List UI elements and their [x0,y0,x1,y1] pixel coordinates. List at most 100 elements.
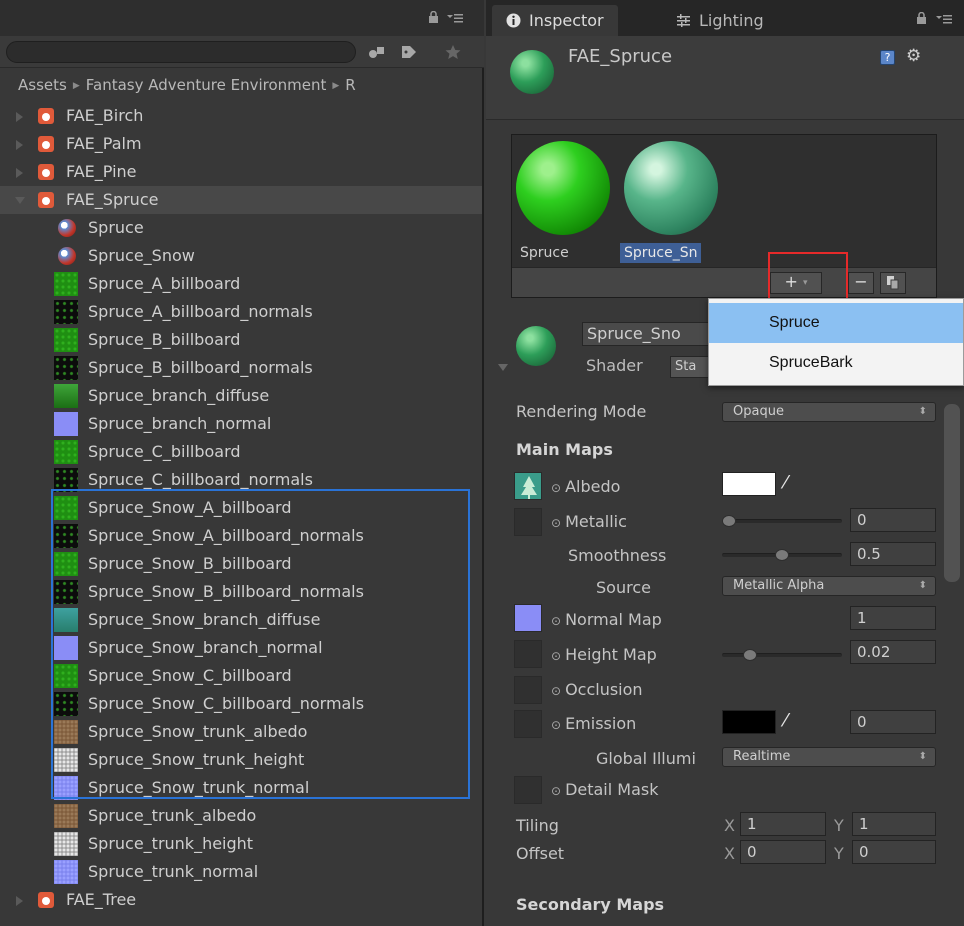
object-picker-icon[interactable]: ⊙ [551,649,561,663]
tree-asset-row[interactable]: Spruce_Snow_A_billboard_normals [0,522,482,550]
breadcrumb-item[interactable]: Assets [18,76,67,94]
panel-menu-icon[interactable] [936,13,952,25]
eyedropper-icon[interactable]: ⁄ [784,472,787,493]
tree-asset-row[interactable]: Spruce_Snow_trunk_height [0,746,482,774]
offset-y-field[interactable]: 0 [852,840,936,864]
filter-by-type-icon[interactable] [368,44,386,60]
object-picker-icon[interactable]: ⊙ [551,784,561,798]
favorite-star-icon[interactable] [444,44,462,60]
remove-submaterial-button[interactable]: − [848,272,874,294]
smoothness-slider-thumb[interactable] [775,549,789,561]
add-submaterial-button[interactable]: + ▾ [770,272,822,294]
shader-dropdown[interactable]: Sta [670,356,710,378]
smoothness-value-field[interactable]: 0.5 [850,542,936,566]
emission-color-swatch[interactable] [722,710,776,734]
tree-asset-row[interactable]: Spruce_Snow_trunk_albedo [0,718,482,746]
chevron-updown-icon: ⬍ [918,751,927,762]
tree-folder-row[interactable]: FAE_Palm [0,130,482,158]
albedo-texture-slot[interactable] [514,472,542,500]
dropdown-option[interactable]: SpruceBark [709,343,963,383]
submaterial-label-selected[interactable]: Spruce_Sn [620,243,702,263]
emission-value-field[interactable]: 0 [850,710,936,734]
offset-x-field[interactable]: 0 [740,840,826,864]
tiling-x-field[interactable]: 1 [740,812,826,836]
metallic-slider-thumb[interactable] [722,515,736,527]
tree-folder-row[interactable]: FAE_Spruce [0,186,482,214]
gear-icon[interactable]: ⚙ [906,46,921,66]
tab-inspector[interactable]: Inspector [492,5,618,36]
tree-asset-row[interactable]: Spruce [0,214,482,242]
tree-asset-row[interactable]: Spruce_Snow_A_billboard [0,494,482,522]
tree-asset-row[interactable]: Spruce_C_billboard [0,438,482,466]
chevron-right-icon[interactable] [16,168,23,178]
tree-asset-row[interactable]: Spruce_Snow_C_billboard_normals [0,690,482,718]
lock-icon[interactable] [916,12,927,24]
tree-asset-row[interactable]: Spruce_trunk_albedo [0,802,482,830]
global-illumination-dropdown[interactable]: Realtime ⬍ [722,747,936,767]
copy-submaterial-button[interactable] [880,272,906,294]
eyedropper-icon[interactable]: ⁄ [784,710,787,731]
tree-folder-row[interactable]: FAE_Birch [0,102,482,130]
chevron-right-icon[interactable] [16,112,23,122]
object-picker-icon[interactable]: ⊙ [551,481,561,495]
tree-folder-row[interactable]: FAE_Pine [0,158,482,186]
occlusion-texture-slot[interactable] [514,676,542,704]
tree-asset-row[interactable]: Spruce_branch_normal [0,410,482,438]
source-dropdown[interactable]: Metallic Alpha ⬍ [722,576,936,596]
metallic-value-field[interactable]: 0 [850,508,936,532]
filter-by-label-icon[interactable] [400,44,418,60]
chevron-right-icon[interactable] [16,140,23,150]
object-picker-icon[interactable]: ⊙ [551,684,561,698]
tree-asset-row[interactable]: Spruce_C_billboard_normals [0,466,482,494]
tree-asset-row[interactable]: Spruce_A_billboard_normals [0,298,482,326]
dropdown-value: Opaque [733,404,784,419]
tree-asset-row[interactable]: Spruce_B_billboard [0,326,482,354]
metallic-texture-slot[interactable] [514,508,542,536]
tree-asset-row[interactable]: Spruce_Snow_B_billboard [0,550,482,578]
prefab-icon [38,164,54,180]
chevron-right-icon[interactable] [16,896,23,906]
tree-asset-row[interactable]: Spruce_Snow_B_billboard_normals [0,578,482,606]
dropdown-option[interactable]: Spruce [709,303,963,343]
normal-map-scale-field[interactable]: 1 [850,606,936,630]
metallic-slider[interactable] [722,519,842,523]
tree-asset-row[interactable]: Spruce_A_billboard [0,270,482,298]
tree-asset-row[interactable]: Spruce_Snow_branch_normal [0,634,482,662]
tree-asset-row[interactable]: Spruce_trunk_height [0,830,482,858]
tree-asset-row[interactable]: Spruce_branch_diffuse [0,382,482,410]
material-name-field[interactable]: Spruce_Sno [582,322,712,346]
breadcrumb-item[interactable]: R [345,76,355,94]
tree-asset-row[interactable]: Spruce_Snow_C_billboard [0,662,482,690]
tree-asset-row[interactable]: Spruce_trunk_normal [0,858,482,886]
material-sphere-preview[interactable] [516,141,610,235]
chevron-down-icon[interactable] [15,197,25,204]
panel-menu-icon[interactable] [447,12,463,24]
material-sphere-preview[interactable] [624,141,718,235]
lock-icon[interactable] [428,11,439,23]
tiling-y-field[interactable]: 1 [852,812,936,836]
breadcrumb-item[interactable]: Fantasy Adventure Environment [86,76,327,94]
detail-mask-texture-slot[interactable] [514,776,542,804]
tree-folder-row[interactable]: FAE_Tree [0,886,482,914]
height-map-slider[interactable] [722,653,842,657]
submaterial-label[interactable]: Spruce [516,243,573,263]
tree-asset-row[interactable]: Spruce_Snow_trunk_normal [0,774,482,802]
tree-item-label: Spruce_Snow_A_billboard [88,498,292,517]
tree-asset-row[interactable]: Spruce_Snow [0,242,482,270]
tree-asset-row[interactable]: Spruce_B_billboard_normals [0,354,482,382]
object-picker-icon[interactable]: ⊙ [551,614,561,628]
help-icon[interactable]: ? [880,50,895,65]
emission-texture-slot[interactable] [514,710,542,738]
object-picker-icon[interactable]: ⊙ [551,718,561,732]
normal-map-texture-slot[interactable] [514,604,542,632]
height-map-texture-slot[interactable] [514,640,542,668]
rendering-mode-dropdown[interactable]: Opaque ⬍ [722,402,936,422]
foldout-arrow-icon[interactable] [498,364,508,371]
tab-lighting[interactable]: Lighting [662,5,778,36]
inspector-scrollbar[interactable] [944,404,960,582]
object-picker-icon[interactable]: ⊙ [551,516,561,530]
albedo-color-swatch[interactable] [722,472,776,496]
tree-asset-row[interactable]: Spruce_Snow_branch_diffuse [0,606,482,634]
height-map-value-field[interactable]: 0.02 [850,640,936,664]
search-input[interactable] [6,41,356,63]
